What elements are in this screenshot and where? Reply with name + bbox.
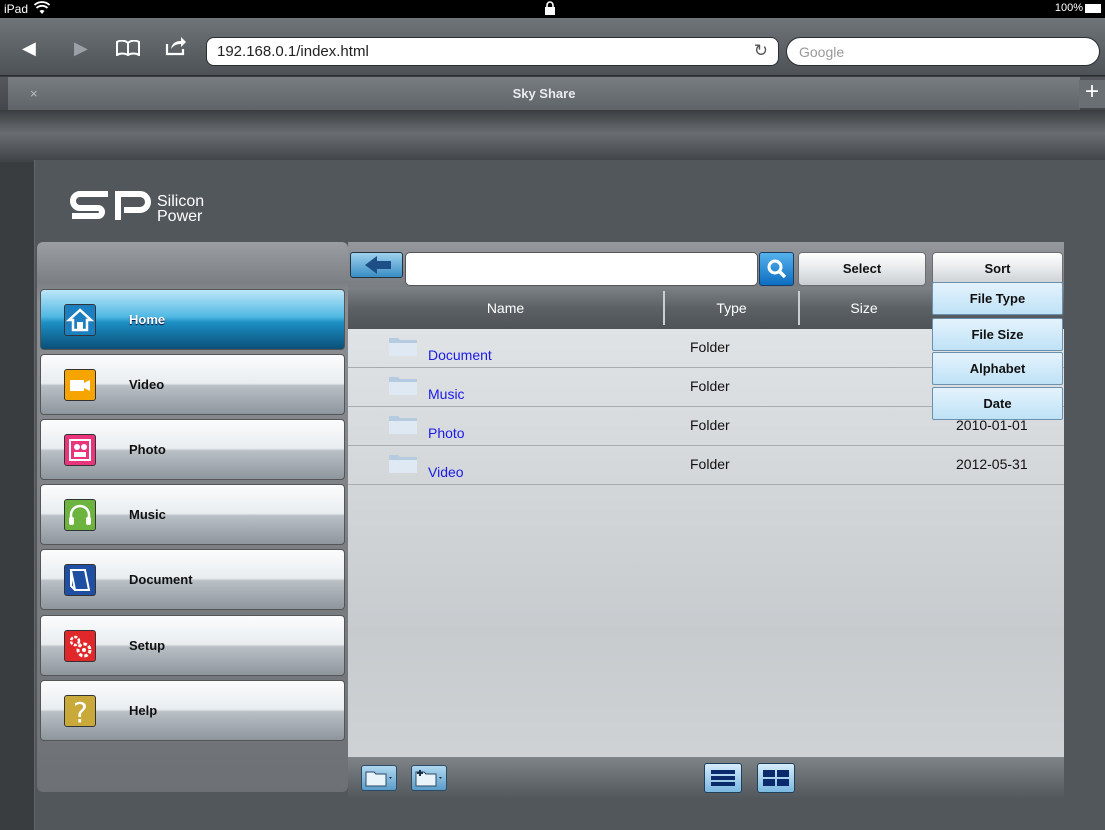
search-button[interactable] <box>759 252 794 286</box>
folder-upload-icon <box>365 771 392 787</box>
tab-bar: × Sky Share + <box>0 77 1105 110</box>
file-date: 2012-05-31 <box>956 456 1028 472</box>
search-field[interactable]: Google <box>786 37 1100 66</box>
folder-add-icon <box>415 770 442 787</box>
select-button[interactable]: Select <box>798 252 926 286</box>
file-name-link[interactable]: Video <box>428 464 464 480</box>
tab-close-icon[interactable]: × <box>30 77 38 110</box>
new-tab-button[interactable]: + <box>1079 80 1105 108</box>
column-header-size[interactable]: Size <box>800 300 928 316</box>
back-arrow-icon[interactable]: ◀ <box>22 38 36 59</box>
battery-icon <box>1085 4 1101 13</box>
sort-option-alphabet[interactable]: Alphabet <box>932 352 1063 385</box>
svg-text:?: ? <box>73 696 88 726</box>
reload-icon[interactable]: ↻ <box>754 41 768 61</box>
url-text: 192.168.0.1/index.html <box>217 43 369 60</box>
browser-toolbar: ◀ ▶ 192.168.0.1/index.html ↻ Google <box>0 18 1105 76</box>
silicon-power-logo: Silicon Power <box>70 190 240 230</box>
sidebar-item-help[interactable]: ? Help <box>40 680 345 741</box>
url-field[interactable]: 192.168.0.1/index.html ↻ <box>206 37 779 66</box>
grid-view-button[interactable] <box>757 763 795 793</box>
device-name: iPad <box>4 2 29 16</box>
document-icon <box>64 564 96 596</box>
sort-option-file-size[interactable]: File Size <box>932 318 1063 351</box>
sidebar: Home Video Photo Music Document Setup ? <box>37 242 348 792</box>
sidebar-item-home[interactable]: Home <box>40 289 345 350</box>
sort-option-date[interactable]: Date <box>932 387 1063 420</box>
file-type: Folder <box>690 456 730 472</box>
search-input[interactable] <box>405 252 758 286</box>
folder-icon <box>388 413 418 434</box>
bookmarks-icon[interactable] <box>116 39 140 61</box>
battery-percent: 100% <box>1054 2 1083 14</box>
setup-icon <box>64 630 96 662</box>
folder-icon <box>388 452 418 473</box>
status-bar: iPad 100% <box>0 0 1105 18</box>
sidebar-item-label: Document <box>129 572 193 587</box>
help-icon: ? <box>64 695 96 729</box>
file-type: Folder <box>690 378 730 394</box>
sidebar-item-label: Music <box>129 507 166 522</box>
search-icon <box>767 259 787 279</box>
list-view-button[interactable] <box>704 763 742 793</box>
home-icon <box>64 304 96 336</box>
list-view-icon <box>711 770 735 786</box>
grid-view-icon <box>763 770 789 786</box>
sidebar-item-label: Video <box>129 377 165 392</box>
table-row[interactable]: Video Folder 2012-05-31 <box>348 446 1064 485</box>
folder-icon <box>388 335 418 356</box>
tab-title: Sky Share <box>512 86 576 101</box>
lock-icon <box>545 1 555 15</box>
sidebar-item-label: Home <box>129 312 166 327</box>
file-name-link[interactable]: Music <box>428 386 465 402</box>
sidebar-item-setup[interactable]: Setup <box>40 615 345 676</box>
brand-line-1: Silicon <box>157 193 205 210</box>
column-header-name[interactable]: Name <box>348 300 663 316</box>
share-icon[interactable] <box>165 36 187 61</box>
file-name-link[interactable]: Photo <box>428 425 465 441</box>
file-type: Folder <box>690 417 730 433</box>
page-header-band <box>0 110 1105 162</box>
sidebar-item-music[interactable]: Music <box>40 484 345 545</box>
back-button[interactable] <box>350 252 403 278</box>
new-folder-button[interactable] <box>411 765 447 791</box>
sidebar-item-video[interactable]: Video <box>40 354 345 415</box>
sort-option-file-type[interactable]: File Type <box>932 282 1063 315</box>
sidebar-item-document[interactable]: Document <box>40 549 345 610</box>
music-icon <box>64 499 96 531</box>
upload-folder-button[interactable] <box>361 765 397 791</box>
sort-button[interactable]: Sort <box>932 252 1063 286</box>
folder-icon <box>388 374 418 395</box>
search-row: Select Sort <box>348 242 1064 287</box>
bottom-toolbar <box>348 757 1064 799</box>
photo-icon <box>64 434 96 466</box>
wifi-icon <box>33 1 51 18</box>
file-name-link[interactable]: Document <box>428 347 492 363</box>
sidebar-item-photo[interactable]: Photo <box>40 419 345 480</box>
file-type: Folder <box>690 339 730 355</box>
forward-arrow-icon[interactable]: ▶ <box>74 38 88 59</box>
sidebar-item-label: Help <box>129 703 158 718</box>
tab-sky-share[interactable]: × Sky Share <box>8 77 1080 110</box>
brand-line-2: Power <box>157 208 203 225</box>
column-header-type[interactable]: Type <box>665 300 798 316</box>
sidebar-item-label: Photo <box>129 442 166 457</box>
sidebar-item-label: Setup <box>129 638 166 653</box>
video-icon <box>64 369 96 401</box>
